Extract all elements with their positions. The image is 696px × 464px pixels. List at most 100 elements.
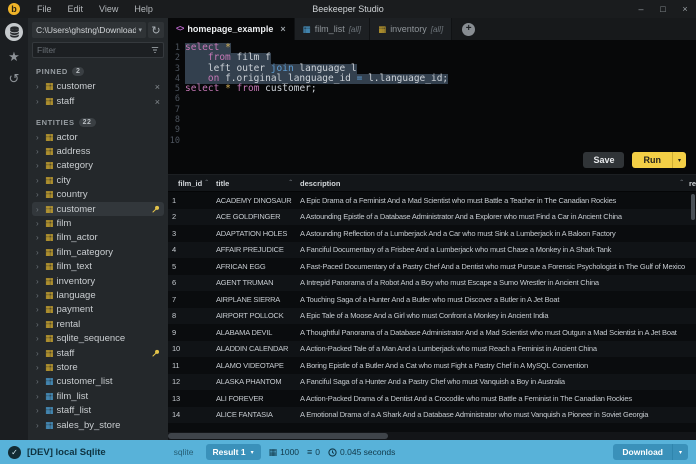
unpin-icon[interactable]: × bbox=[155, 97, 160, 107]
chevron-right-icon[interactable]: › bbox=[36, 262, 42, 271]
chevron-right-icon[interactable]: › bbox=[36, 291, 42, 300]
entity-item-customer[interactable]: › ▦ customer bbox=[32, 201, 164, 217]
chevron-right-icon[interactable]: › bbox=[36, 392, 42, 401]
download-button[interactable]: Download bbox=[613, 444, 672, 460]
pinned-section-header[interactable]: PINNED 2 bbox=[36, 67, 160, 76]
table-row[interactable]: 2 ACE GOLDFINGER A Astounding Epistle of a… bbox=[168, 208, 696, 225]
chevron-right-icon[interactable]: › bbox=[36, 97, 42, 106]
table-icon: ▦ bbox=[45, 347, 54, 358]
tab-film_list[interactable]: ▦ film_list [all] bbox=[294, 18, 371, 40]
pinned-item-staff[interactable]: › ▦ staff × bbox=[32, 94, 164, 109]
sql-editor[interactable]: 1 select * 2 from film f3 left outer join … bbox=[168, 40, 696, 146]
chevron-right-icon[interactable]: › bbox=[36, 406, 42, 415]
unpin-icon[interactable]: × bbox=[155, 82, 160, 92]
table-row[interactable]: 10 ALADDIN CALENDAR A Action-Packed Tale o… bbox=[168, 340, 696, 357]
entity-item-address[interactable]: › ▦ address bbox=[32, 144, 164, 158]
chevron-right-icon[interactable]: › bbox=[36, 363, 42, 372]
chevron-right-icon[interactable]: › bbox=[36, 176, 42, 185]
run-dropdown-button[interactable]: ▾ bbox=[671, 152, 686, 168]
download-dropdown-button[interactable]: ▾ bbox=[671, 444, 688, 460]
entity-item-film[interactable]: › ▦ film bbox=[32, 216, 164, 230]
table-row[interactable]: 5 AFRICAN EGG A Fast-Paced Documentary of … bbox=[168, 258, 696, 275]
table-row[interactable]: 3 ADAPTATION HOLES A Astounding Reflection… bbox=[168, 225, 696, 242]
save-button[interactable]: Save bbox=[583, 152, 625, 168]
favorites-star-icon[interactable]: ★ bbox=[8, 50, 20, 63]
entity-item-film_list[interactable]: › ▦ film_list bbox=[32, 389, 164, 403]
minimize-button[interactable]: – bbox=[630, 4, 652, 14]
entity-item-staff[interactable]: › ▦ staff bbox=[32, 346, 164, 360]
refresh-button[interactable]: ↻ bbox=[148, 22, 164, 38]
table-row[interactable]: 13 ALI FOREVER A Action-Packed Drama of a … bbox=[168, 390, 696, 407]
column-header-film-id[interactable]: film_id ˆ bbox=[168, 175, 212, 191]
connection-select[interactable]: C:\Users\ghstng\Downloads ▾ bbox=[32, 22, 146, 38]
table-row[interactable]: 11 ALAMO VIDEOTAPE A Boring Epistle of a B… bbox=[168, 357, 696, 374]
chevron-right-icon[interactable]: › bbox=[36, 334, 42, 343]
horizontal-scrollbar-thumb[interactable] bbox=[168, 433, 388, 439]
table-row[interactable]: 9 ALABAMA DEVIL A Thoughtful Panorama of a… bbox=[168, 324, 696, 341]
entity-item-film_actor[interactable]: › ▦ film_actor bbox=[32, 231, 164, 245]
table-row[interactable]: 14 ALICE FANTASIA A Emotional Drama of a A… bbox=[168, 406, 696, 423]
chevron-right-icon[interactable]: › bbox=[36, 377, 42, 386]
maximize-button[interactable]: □ bbox=[652, 4, 674, 14]
entity-item-sqlite_sequence[interactable]: › ▦ sqlite_sequence bbox=[32, 331, 164, 345]
chevron-right-icon[interactable]: › bbox=[36, 233, 42, 242]
history-icon[interactable]: ↺ bbox=[9, 72, 20, 85]
entity-item-inventory[interactable]: › ▦ inventory bbox=[32, 274, 164, 288]
chevron-right-icon[interactable]: › bbox=[36, 161, 42, 170]
chevron-right-icon[interactable]: › bbox=[36, 190, 42, 199]
column-header-description[interactable]: description ˆ bbox=[296, 175, 687, 191]
line-number: 5 bbox=[174, 84, 180, 95]
entity-item-sales_by_store[interactable]: › ▦ sales_by_store bbox=[32, 418, 164, 432]
chevron-right-icon[interactable]: › bbox=[36, 133, 42, 142]
chevron-right-icon[interactable]: › bbox=[36, 349, 42, 358]
chevron-right-icon[interactable]: › bbox=[36, 320, 42, 329]
entity-item-customer_list[interactable]: › ▦ customer_list bbox=[32, 375, 164, 389]
chevron-right-icon[interactable]: › bbox=[36, 82, 42, 91]
chevron-right-icon[interactable]: › bbox=[36, 147, 42, 156]
entities-section-header[interactable]: ENTITIES 22 bbox=[36, 118, 160, 127]
horizontal-scrollbar[interactable] bbox=[168, 432, 696, 440]
close-tab-icon[interactable]: × bbox=[280, 24, 285, 34]
chevron-right-icon[interactable]: › bbox=[36, 305, 42, 314]
entity-item-country[interactable]: › ▦ country bbox=[32, 188, 164, 202]
chevron-right-icon[interactable]: › bbox=[36, 219, 42, 228]
menu-file[interactable]: File bbox=[29, 4, 60, 14]
close-button[interactable]: × bbox=[674, 4, 696, 14]
chevron-right-icon[interactable]: › bbox=[36, 421, 42, 430]
entity-item-category[interactable]: › ▦ category bbox=[32, 159, 164, 173]
menu-view[interactable]: View bbox=[91, 4, 126, 14]
entity-item-language[interactable]: › ▦ language bbox=[32, 288, 164, 302]
table-row[interactable]: 12 ALASKA PHANTOM A Fanciful Saga of a Hun… bbox=[168, 373, 696, 390]
table-row[interactable]: 7 AIRPLANE SIERRA A Touching Saga of a Hun… bbox=[168, 291, 696, 308]
entity-item-rental[interactable]: › ▦ rental bbox=[32, 317, 164, 331]
result-selector[interactable]: Result 1 ▾ bbox=[205, 444, 261, 460]
entity-item-actor[interactable]: › ▦ actor bbox=[32, 130, 164, 144]
database-connection-icon[interactable] bbox=[5, 23, 23, 41]
vertical-scrollbar[interactable] bbox=[691, 194, 695, 220]
filter-input[interactable] bbox=[37, 45, 151, 55]
table-row[interactable]: 8 AIRPORT POLLOCK A Epic Tale of a Moose A… bbox=[168, 307, 696, 324]
tab-label: inventory bbox=[390, 24, 427, 34]
table-row[interactable]: 6 AGENT TRUMAN A Intrepid Panorama of a Ro… bbox=[168, 274, 696, 291]
entity-item-film_text[interactable]: › ▦ film_text bbox=[32, 260, 164, 274]
entity-item-store[interactable]: › ▦ store bbox=[32, 360, 164, 374]
table-row[interactable]: 4 AFFAIR PREJUDICE A Fanciful Documentary … bbox=[168, 241, 696, 258]
column-header-title[interactable]: title ˆ bbox=[212, 175, 296, 191]
entity-item-film_category[interactable]: › ▦ film_category bbox=[32, 245, 164, 259]
run-button[interactable]: Run bbox=[632, 152, 672, 168]
entity-item-staff_list[interactable]: › ▦ staff_list bbox=[32, 403, 164, 417]
menu-help[interactable]: Help bbox=[126, 4, 161, 14]
chevron-right-icon[interactable]: › bbox=[36, 248, 42, 257]
entity-item-city[interactable]: › ▦ city bbox=[32, 173, 164, 187]
tab-inventory[interactable]: ▦ inventory [all] bbox=[370, 18, 453, 40]
chevron-right-icon[interactable]: › bbox=[36, 277, 42, 286]
filter-funnel-icon[interactable] bbox=[151, 46, 159, 54]
chevron-right-icon[interactable]: › bbox=[36, 205, 42, 214]
tab-homepage_example[interactable]: <> homepage_example × bbox=[168, 18, 295, 40]
pinned-item-customer[interactable]: › ▦ customer × bbox=[32, 79, 164, 94]
menu-edit[interactable]: Edit bbox=[60, 4, 92, 14]
table-row[interactable]: 1 ACADEMY DINOSAUR A Epic Drama of a Femin… bbox=[168, 192, 696, 209]
entity-item-payment[interactable]: › ▦ payment bbox=[32, 303, 164, 317]
add-tab-button[interactable]: + bbox=[462, 22, 476, 36]
column-header-release-year[interactable]: release_year bbox=[687, 175, 696, 191]
